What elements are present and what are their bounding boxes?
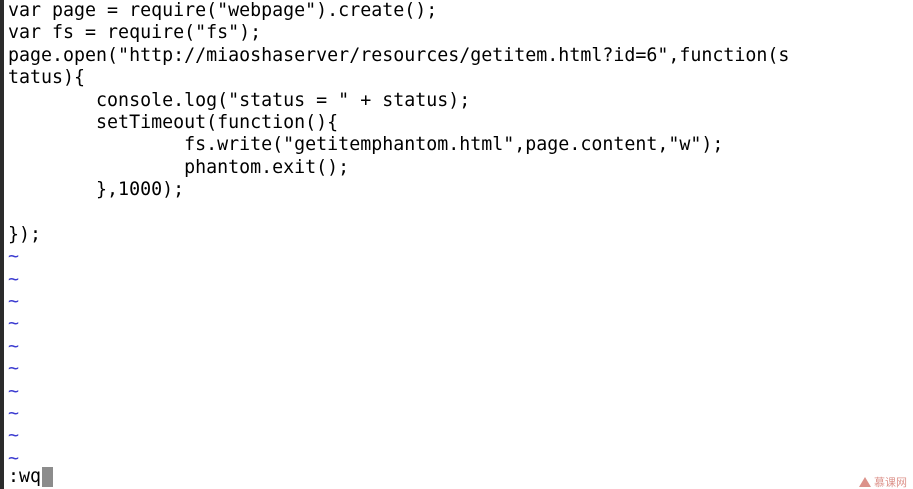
empty-line-marker: ~ <box>8 268 20 290</box>
empty-line-marker: ~ <box>8 246 20 268</box>
code-line: console.log("status = " + status); <box>8 89 471 111</box>
command-text: :wq <box>8 466 42 487</box>
terminal-window[interactable]: var page = require("webpage").create(); … <box>0 0 913 489</box>
code-line: page.open("http://miaoshaserver/resource… <box>8 44 790 66</box>
triangle-logo-icon <box>859 477 871 487</box>
editor-buffer[interactable]: var page = require("webpage").create(); … <box>8 0 911 470</box>
empty-line-marker: ~ <box>8 403 20 425</box>
code-line: phantom.exit(); <box>8 156 350 178</box>
empty-line-marker: ~ <box>8 358 20 380</box>
code-line: setTimeout(function(){ <box>8 111 339 133</box>
empty-line-marker: ~ <box>8 380 20 402</box>
code-line: },1000); <box>8 179 185 201</box>
command-line[interactable]: :wq <box>8 466 54 488</box>
code-line: var fs = require("fs"); <box>8 22 262 44</box>
watermark: 慕课网 <box>859 475 907 489</box>
code-line: var page = require("webpage").create(); <box>8 0 438 21</box>
code-line: fs.write("getitemphantom.html",page.cont… <box>8 134 724 156</box>
empty-line-marker: ~ <box>8 313 20 335</box>
empty-line-marker: ~ <box>8 447 20 469</box>
watermark-text: 慕课网 <box>874 476 907 489</box>
code-line: }); <box>8 223 42 245</box>
text-cursor <box>42 467 54 487</box>
empty-line-marker: ~ <box>8 335 20 357</box>
empty-line-marker: ~ <box>8 291 20 313</box>
code-line: tatus){ <box>8 67 86 89</box>
empty-line-marker: ~ <box>8 425 20 447</box>
